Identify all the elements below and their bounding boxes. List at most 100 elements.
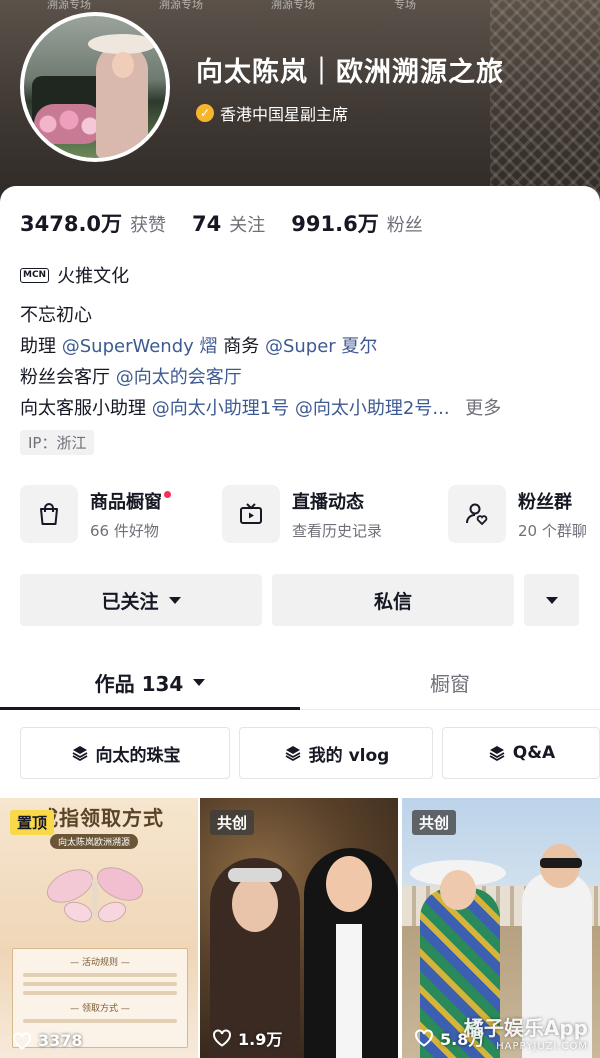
video-likes: 3378: [12, 1031, 83, 1050]
banner-tag: 溯源专场: [159, 0, 203, 11]
watermark: 橘子娱乐App HAPPYJUZI.COM: [464, 1012, 588, 1052]
video-likes: 1.9万: [212, 1026, 282, 1050]
feature-subtitle: 20 个群聊: [518, 521, 587, 540]
tab-showcase[interactable]: 橱窗: [300, 654, 600, 710]
profile-tabs: 作品 134 橱窗: [0, 654, 600, 710]
following-label[interactable]: 关注: [229, 211, 265, 237]
caret-down-icon: [168, 596, 181, 604]
mcn-name: 火推文化: [57, 266, 130, 287]
mcn-icon: MCN: [20, 267, 50, 283]
more-options-button[interactable]: [524, 574, 579, 626]
video-thumbnail[interactable]: 戒指领取方式 向太陈岚欧洲溯源 — 活动规则 — — 领取方式 — 置顶 337…: [0, 798, 198, 1058]
mention-link[interactable]: @SuperWendy 熠: [62, 336, 218, 357]
collection-label: 我的 vlog: [308, 745, 390, 766]
likes-count[interactable]: 3478.0万: [20, 208, 122, 238]
feature-subtitle: 66 件好物: [90, 521, 159, 540]
shop-window-entry[interactable]: 商品橱窗 66 件好物: [20, 484, 171, 544]
fan-group-entry[interactable]: 粉丝群 20 个群聊: [448, 484, 587, 544]
fan-group-icon: [448, 485, 506, 543]
bio-more-link[interactable]: 更多: [465, 398, 501, 419]
mention-link[interactable]: @向太的会客厅: [116, 367, 242, 388]
mention-link[interactable]: @Super 夏尔: [265, 336, 377, 357]
bio-text: 不忘初心: [20, 305, 92, 326]
bio-text: 向太客服小助理: [20, 398, 146, 419]
mcn-row[interactable]: MCN 火推文化: [20, 262, 129, 288]
verification-row: ✓ 香港中国星副主席: [196, 101, 504, 125]
feature-subtitle: 查看历史记录: [292, 521, 383, 540]
shopping-bag-icon: [20, 485, 78, 543]
bio-text: 助理: [20, 336, 56, 357]
banner-background-image: [490, 0, 600, 200]
heart-icon: [213, 1029, 231, 1047]
bio-text: 商务: [223, 336, 260, 357]
layers-icon: [285, 746, 301, 762]
feature-title: 直播动态: [292, 491, 364, 513]
collection-chip[interactable]: 向太的珠宝: [20, 727, 230, 779]
profile-card: 3478.0万 获赞 74 关注 991.6万 粉丝 MCN 火推文化 不忘初心…: [0, 186, 600, 1058]
avatar-image: [24, 16, 166, 158]
bio-line: 助理 @SuperWendy 熠 商务 @Super 夏尔: [20, 331, 590, 362]
video-grid: 戒指领取方式 向太陈岚欧洲溯源 — 活动规则 — — 领取方式 — 置顶 337…: [0, 798, 600, 1058]
following-button-label: 已关注: [101, 590, 159, 613]
following-button[interactable]: 已关注: [20, 574, 262, 626]
followers-count[interactable]: 991.6万: [291, 208, 378, 238]
thumbnail-heading: 戒指领取方式: [38, 806, 164, 830]
display-name: 向太陈岚｜欧洲溯源之旅: [196, 57, 504, 88]
video-thumbnail[interactable]: 共创 1.9万: [200, 798, 398, 1058]
message-button-label: 私信: [373, 590, 412, 613]
verified-badge-icon: ✓: [196, 104, 214, 122]
collection-chip[interactable]: 我的 vlog: [239, 727, 433, 779]
thumbnail-subtitle: 向太陈岚欧洲溯源: [50, 834, 139, 849]
collection-label: Q&A: [512, 743, 556, 763]
live-history-entry[interactable]: 直播动态 查看历史记录: [222, 484, 382, 544]
following-count[interactable]: 74: [192, 212, 221, 236]
followers-label[interactable]: 粉丝: [387, 211, 423, 237]
co-creation-badge: 共创: [210, 810, 255, 835]
video-thumbnail[interactable]: 共创 5.8万 橘子娱乐App HAPPYJUZI.COM: [402, 798, 600, 1058]
pinned-badge: 置顶: [10, 810, 55, 835]
feature-title: 粉丝群: [518, 491, 572, 513]
collections-row: 向太的珠宝 我的 vlog Q&A: [20, 727, 600, 779]
co-creation-badge: 共创: [412, 810, 457, 835]
mention-link[interactable]: @向太小助理2号...: [295, 398, 450, 419]
banner-tag: 专场: [394, 0, 416, 11]
banner-tag: 溯源专场: [47, 0, 91, 11]
tab-showcase-label: 橱窗: [430, 671, 470, 696]
banner-tag: 溯源专场: [271, 0, 315, 11]
notification-dot: [164, 490, 171, 498]
layers-icon: [72, 746, 87, 762]
layers-icon: [489, 746, 505, 762]
tab-works-label: 作品 134: [94, 671, 184, 696]
collection-chip[interactable]: Q&A: [442, 727, 600, 779]
tv-icon: [222, 485, 280, 543]
bio-line: 向太客服小助理 @向太小助理1号 @向太小助理2号... 更多: [20, 393, 590, 424]
tab-works[interactable]: 作品 134: [0, 654, 300, 710]
likes-count-label: 3378: [38, 1031, 83, 1050]
profile-name-block: 向太陈岚｜欧洲溯源之旅 ✓ 香港中国星副主席: [196, 50, 504, 125]
watermark-url: HAPPYJUZI.COM: [496, 1041, 588, 1052]
heart-icon: [13, 1032, 31, 1050]
likes-count-label: 1.9万: [238, 1030, 283, 1049]
watermark-brand: 橘子娱乐App: [463, 1016, 588, 1040]
banner-tags: 溯源专场 溯源专场 溯源专场 专场: [40, 0, 434, 12]
bio-line: 不忘初心: [20, 300, 590, 331]
caret-down-icon: [545, 596, 558, 604]
mention-link[interactable]: @向太小助理1号: [152, 398, 289, 419]
bio-line: 粉丝会客厅 @向太的会客厅: [20, 362, 590, 393]
rules-title: — 领取方式 —: [70, 1004, 130, 1014]
active-tab-indicator: [0, 707, 300, 710]
ip-location-badge: IP：浙江: [20, 430, 95, 455]
avatar[interactable]: [20, 12, 170, 162]
profile-banner: 溯源专场 溯源专场 溯源专场 专场 向太陈岚｜欧洲溯源之旅 ✓ 香港中国星副主席: [0, 0, 600, 205]
feature-title: 商品橱窗: [90, 491, 162, 513]
bio: 不忘初心 助理 @SuperWendy 熠 商务 @Super 夏尔 粉丝会客厅…: [20, 300, 590, 424]
butterfly-brooch-image: [46, 867, 144, 923]
stats-row: 3478.0万 获赞 74 关注 991.6万 粉丝: [20, 208, 449, 238]
likes-label[interactable]: 获赞: [130, 211, 166, 237]
feature-entries: 商品橱窗 66 件好物 直播动态 查看历史记录 粉丝群 20 个群聊: [20, 484, 600, 544]
caret-down-icon: [193, 678, 206, 686]
heart-icon: [415, 1029, 433, 1047]
bio-text: 粉丝会客厅: [20, 367, 110, 388]
verified-title: 香港中国星副主席: [220, 105, 349, 124]
message-button[interactable]: 私信: [272, 574, 514, 626]
